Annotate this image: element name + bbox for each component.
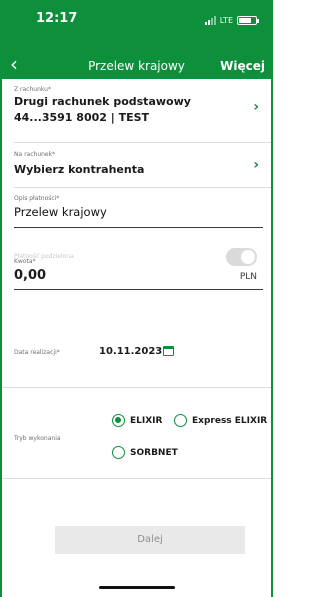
execution-mode-label: Tryb wykonania — [14, 435, 61, 442]
battery-icon — [237, 16, 259, 25]
description-underline — [14, 227, 263, 228]
app-header: 12:17 LTE ‹ Przelew krajowy Więcej — [2, 0, 271, 79]
signal-icon: LTE — [204, 16, 233, 25]
execution-date-value[interactable]: 10.11.2023 — [99, 346, 162, 357]
status-bar: 12:17 LTE — [2, 10, 271, 30]
radio-express-elixir[interactable]: Express ELIXIR — [174, 414, 267, 427]
calendar-icon[interactable] — [163, 346, 174, 356]
from-account-name: Drugi rachunek podstawowy — [14, 95, 191, 108]
divider — [14, 187, 271, 188]
chevron-right-icon: › — [253, 157, 259, 173]
chevron-right-icon: › — [253, 99, 259, 115]
next-button[interactable]: Dalej — [55, 526, 245, 554]
to-account-label: Na rachunek* — [14, 151, 56, 158]
divider — [14, 142, 271, 143]
amount-input[interactable]: 0,00 — [14, 268, 46, 283]
currency-label: PLN — [239, 272, 257, 282]
amount-label: Kwota* — [14, 258, 36, 265]
from-account-label: Z rachunku* — [14, 86, 51, 93]
radio-sorbnet[interactable]: SORBNET — [112, 446, 178, 459]
radio-unselected-icon — [112, 446, 125, 459]
status-time: 12:17 — [36, 11, 78, 26]
radio-unselected-icon — [174, 414, 187, 427]
phone-screen: 12:17 LTE ‹ Przelew krajowy Więcej Z rac… — [0, 0, 273, 597]
divider — [2, 387, 271, 388]
home-indicator — [99, 586, 175, 589]
from-account-field[interactable]: Z rachunku* Drugi rachunek podstawowy 44… — [2, 86, 271, 134]
network-type: LTE — [219, 16, 233, 25]
split-payment-toggle[interactable] — [226, 248, 257, 266]
radio-elixir-label: ELIXIR — [130, 415, 163, 426]
radio-express-elixir-label: Express ELIXIR — [192, 415, 268, 426]
to-account-field[interactable]: Na rachunek* Wybierz kontrahenta › — [2, 151, 271, 179]
radio-sorbnet-label: SORBNET — [130, 447, 178, 458]
description-input[interactable]: Przelew krajowy — [14, 205, 107, 219]
amount-underline — [14, 289, 263, 290]
from-account-number: 44...3591 8002 | TEST — [14, 111, 150, 124]
divider — [2, 478, 271, 479]
radio-elixir[interactable]: ELIXIR — [112, 414, 162, 427]
execution-date-label: Data realizacji* — [14, 349, 60, 356]
description-field[interactable]: Opis płatności* Przelew krajowy — [2, 195, 271, 225]
description-label: Opis płatności* — [14, 195, 60, 202]
more-button[interactable]: Więcej — [220, 59, 265, 73]
radio-selected-icon — [112, 414, 125, 427]
nav-bar: ‹ Przelew krajowy Więcej — [2, 53, 271, 78]
to-account-value: Wybierz kontrahenta — [14, 163, 145, 176]
